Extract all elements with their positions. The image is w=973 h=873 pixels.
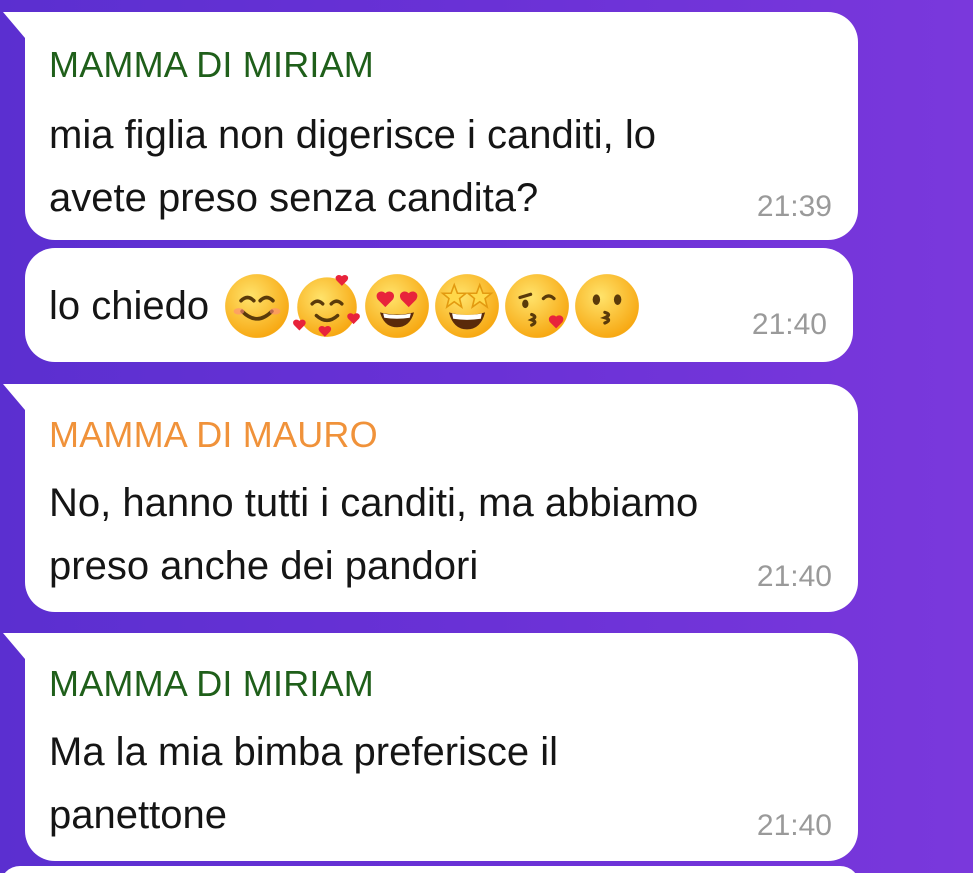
bubble-tail bbox=[3, 633, 25, 659]
face-blowing-kiss-icon bbox=[505, 274, 569, 338]
star-struck-icon bbox=[435, 274, 499, 338]
message-line: No, hanno tutti i canditi, ma abbiamo bbox=[49, 481, 699, 525]
message-line: mia figlia non digerisce i canditi, lo bbox=[49, 113, 656, 157]
next-message-bubble[interactable] bbox=[0, 866, 860, 873]
message-text: mia figlia non digerisce i canditi, lo a… bbox=[49, 104, 656, 230]
message-line: lo chiedo bbox=[49, 284, 210, 328]
smiling-face-icon bbox=[225, 274, 289, 338]
message-text: lo chiedo bbox=[49, 272, 641, 340]
message-time: 21:40 bbox=[756, 560, 832, 593]
message-time: 21:40 bbox=[751, 308, 827, 341]
sender-name[interactable]: MAMMA DI MAURO bbox=[49, 414, 378, 456]
message-line: avete preso senza candita? bbox=[49, 176, 539, 220]
message-time: 21:39 bbox=[756, 190, 832, 223]
emoji-row bbox=[223, 272, 641, 340]
message-text: Ma la mia bimba preferisce il panettone bbox=[49, 721, 558, 847]
sender-name[interactable]: MAMMA DI MIRIAM bbox=[49, 663, 374, 705]
message-line: preso anche dei pandori bbox=[49, 544, 479, 588]
chat-area: MAMMA DI MIRIAM mia figlia non digerisce… bbox=[0, 0, 973, 873]
message-bubble[interactable]: lo chiedo 21:40 bbox=[25, 248, 853, 362]
message-bubble[interactable]: MAMMA DI MIRIAM Ma la mia bimba preferis… bbox=[3, 633, 858, 861]
message-line: Ma la mia bimba preferisce il bbox=[49, 730, 559, 774]
kissing-face-icon bbox=[575, 274, 639, 338]
message-line: panettone bbox=[49, 793, 227, 837]
heart-eyes-icon bbox=[365, 274, 429, 338]
sender-name[interactable]: MAMMA DI MIRIAM bbox=[49, 44, 374, 86]
message-time: 21:40 bbox=[756, 809, 832, 842]
message-text: No, hanno tutti i canditi, ma abbiamo pr… bbox=[49, 472, 698, 598]
smiling-face-with-hearts-icon bbox=[293, 274, 360, 337]
bubble-tail bbox=[3, 12, 25, 38]
bubble-tail bbox=[3, 384, 25, 410]
message-bubble[interactable]: MAMMA DI MAURO No, hanno tutti i canditi… bbox=[3, 384, 858, 612]
message-bubble[interactable]: MAMMA DI MIRIAM mia figlia non digerisce… bbox=[3, 12, 858, 240]
